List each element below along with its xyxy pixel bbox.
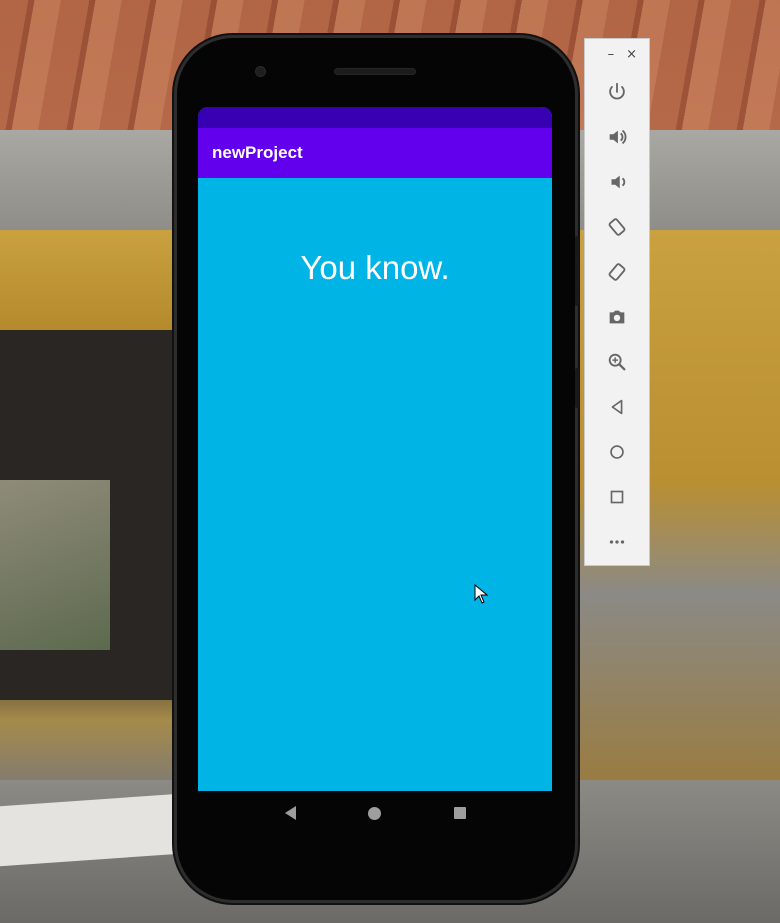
- emulator-toolbar: – ×: [584, 38, 650, 566]
- rotate-left-button[interactable]: [585, 204, 649, 249]
- app-bar: newProject: [198, 128, 552, 178]
- main-text: You know.: [300, 249, 450, 286]
- side-power-button: [575, 368, 579, 408]
- volume-down-icon: [611, 175, 626, 188]
- recents-square-icon: [453, 807, 466, 819]
- power-button[interactable]: [585, 69, 649, 114]
- camera-icon: [609, 310, 625, 323]
- earpiece-speaker: [335, 69, 415, 74]
- volume-down-button[interactable]: [585, 159, 649, 204]
- overview-icon: [610, 490, 624, 503]
- close-button[interactable]: ×: [626, 47, 637, 62]
- volume-up-button[interactable]: [585, 114, 649, 159]
- front-camera: [256, 67, 265, 76]
- toolbar-home-button[interactable]: [585, 429, 649, 474]
- back-icon: [611, 399, 623, 414]
- mouse-cursor-icon: [474, 584, 488, 604]
- screenshot-button[interactable]: [585, 294, 649, 339]
- phone-screen[interactable]: newProject You know.: [198, 107, 552, 791]
- rotate-right-button[interactable]: [585, 249, 649, 294]
- toolbar-back-button[interactable]: [585, 384, 649, 429]
- nav-back-button[interactable]: [275, 798, 305, 828]
- nav-home-button[interactable]: [360, 798, 390, 828]
- power-icon: [609, 82, 625, 99]
- side-volume-button: [575, 236, 579, 306]
- toolbar-overview-button[interactable]: [585, 474, 649, 519]
- navigation-bar: [198, 791, 552, 835]
- zoom-icon: [608, 353, 626, 370]
- app-title: newProject: [212, 143, 303, 162]
- status-bar: [198, 107, 552, 128]
- home-circle-icon: [368, 806, 382, 820]
- nav-recents-button[interactable]: [445, 798, 475, 828]
- wallpaper-window: [0, 480, 110, 650]
- minimize-button[interactable]: –: [608, 47, 615, 62]
- rotate-left-icon: [608, 217, 626, 236]
- home-icon: [610, 444, 624, 459]
- rotate-right-icon: [608, 262, 626, 281]
- zoom-button[interactable]: [585, 339, 649, 384]
- more-icon: [609, 539, 625, 544]
- volume-up-icon: [609, 129, 627, 144]
- toolbar-more-button[interactable]: [585, 519, 649, 564]
- back-triangle-icon: [284, 806, 296, 820]
- wallpaper-board: [0, 793, 180, 867]
- toolbar-window-controls: – ×: [585, 39, 649, 69]
